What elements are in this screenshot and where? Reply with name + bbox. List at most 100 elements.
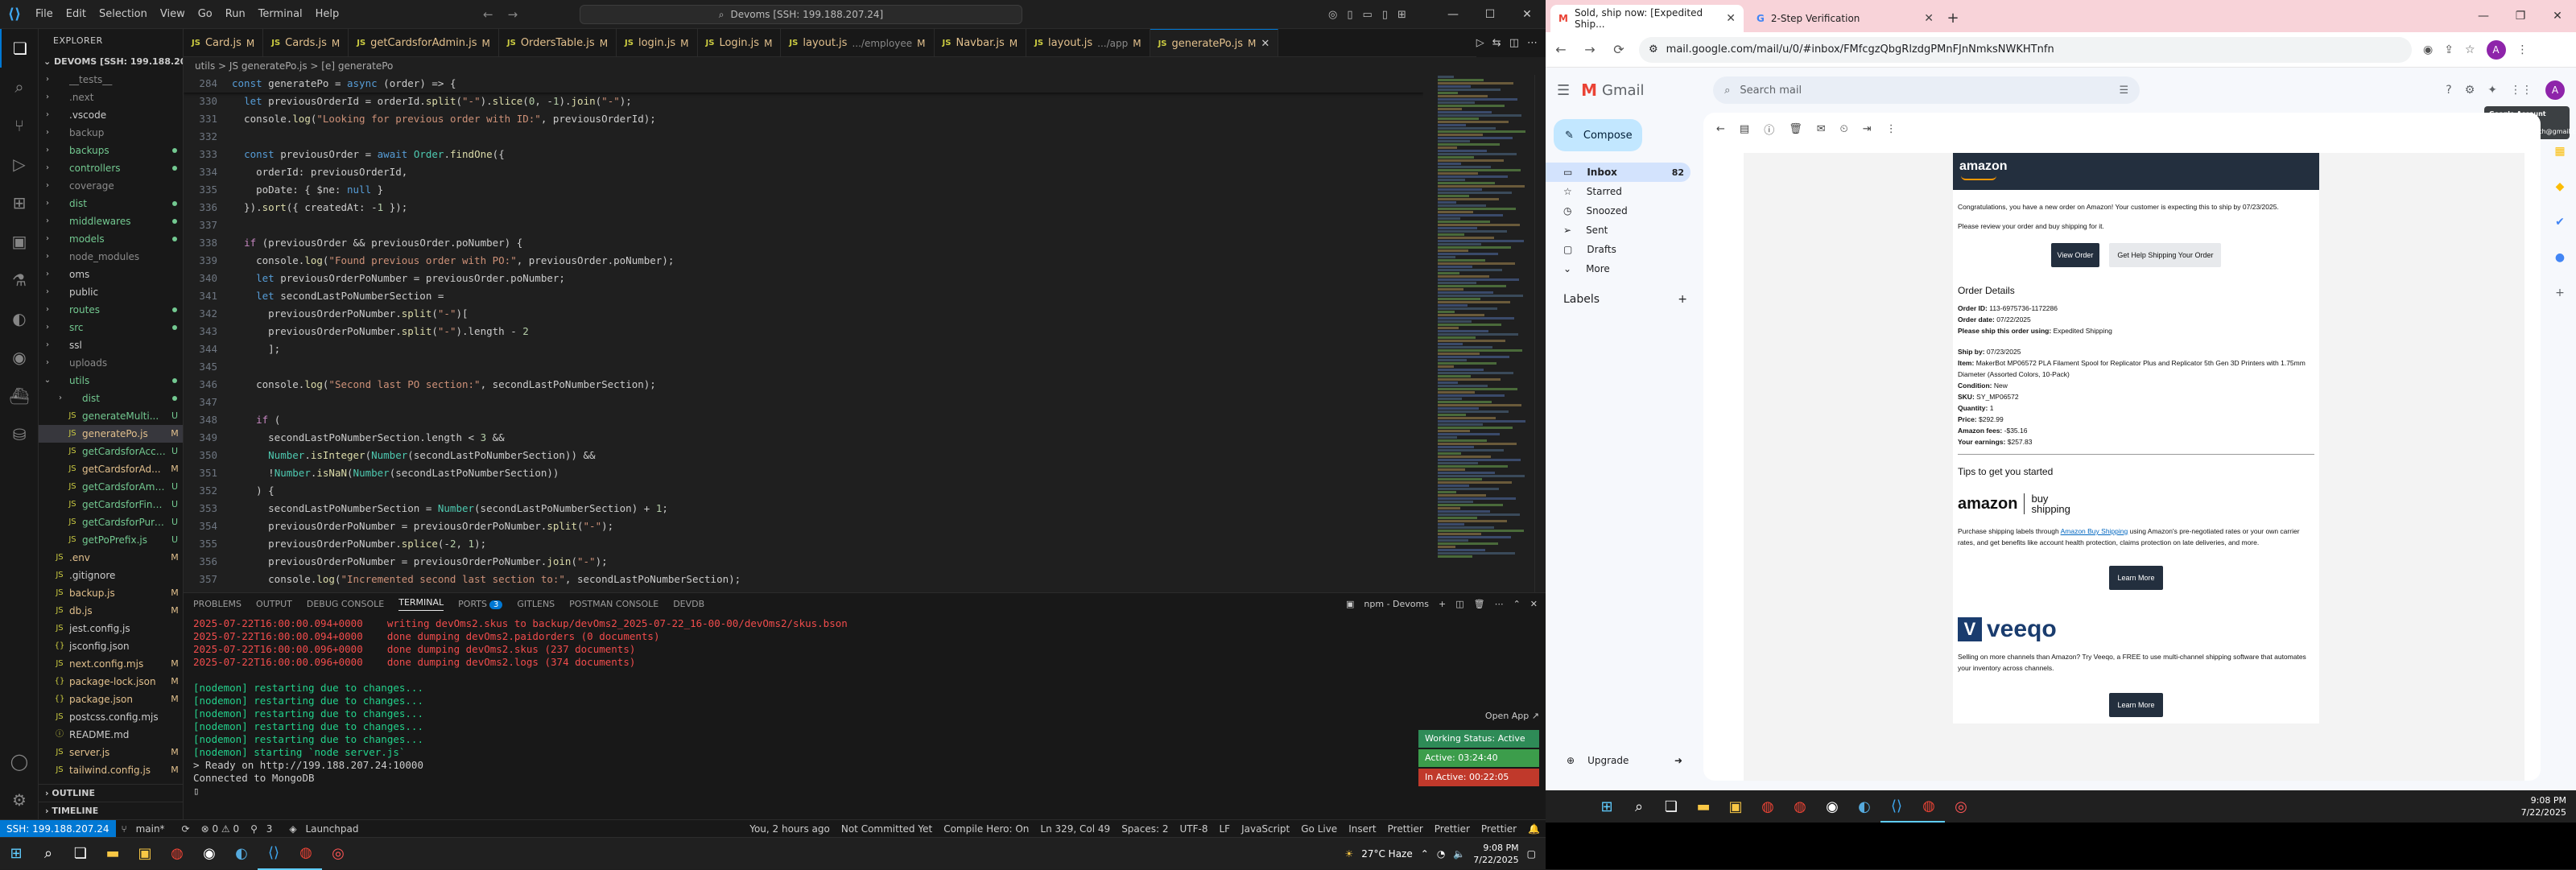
account-avatar[interactable]: A xyxy=(2545,80,2565,100)
close-panel-icon[interactable]: ✕ xyxy=(1530,599,1538,609)
tree-item[interactable]: JS getCardsforPurchasi... U xyxy=(39,513,183,531)
view-order-button[interactable]: View Order xyxy=(2050,243,2100,267)
language-mode[interactable]: JavaScript xyxy=(1236,823,1295,835)
workspace-root[interactable]: ⌄ DEVOMS [SSH: 199.188.207... xyxy=(39,53,183,71)
commit-status[interactable]: Not Committed Yet xyxy=(836,823,938,835)
code-line[interactable]: 343 previousOrderPoNumber.split("-").len… xyxy=(184,323,1423,340)
app-icon[interactable]: ◉ xyxy=(193,838,225,870)
devdb-icon[interactable]: ⛁ xyxy=(0,415,39,454)
run-debug-icon[interactable]: ▷ xyxy=(0,145,39,183)
app-icon-2[interactable]: ◐ xyxy=(1848,790,1880,823)
more-options-icon[interactable]: ⋮ xyxy=(1886,123,1897,135)
store-icon[interactable]: ▣ xyxy=(1719,790,1752,823)
tree-item[interactable]: › .vscode xyxy=(39,106,183,124)
toggle-sidebar-icon[interactable]: ▯ xyxy=(1347,9,1352,21)
tree-item[interactable]: › public xyxy=(39,283,183,301)
snooze-icon[interactable]: ⏲ xyxy=(1840,123,1848,135)
terminal-output[interactable]: 2025-07-22T16:00:00.094+0000 writing dev… xyxy=(193,617,1417,818)
tree-item[interactable]: › coverage xyxy=(39,177,183,195)
remote-indicator[interactable]: SSH: 199.188.207.24 xyxy=(0,819,116,838)
tree-item[interactable]: › backups xyxy=(39,142,183,159)
editor-scrollbar[interactable] xyxy=(1534,75,1546,592)
tree-item[interactable]: › node_modules xyxy=(39,248,183,266)
tree-item[interactable]: ⓘ README.md xyxy=(39,726,183,744)
code-line[interactable]: 341 let secondLastPoNumberSection = xyxy=(184,287,1423,305)
profile-avatar[interactable]: A xyxy=(2486,39,2506,60)
gitlens-icon[interactable]: ◐ xyxy=(0,299,39,338)
start-icon[interactable]: ⊞ xyxy=(0,838,32,870)
tree-item[interactable]: › uploads xyxy=(39,354,183,372)
move-to-icon[interactable]: ⇥ xyxy=(1863,123,1872,135)
settings-gear-icon[interactable]: ⚙ xyxy=(0,781,39,819)
code-editor[interactable]: 284 const generatePo = async (order) => {… xyxy=(184,75,1423,592)
tasks-icon[interactable]: ✔ xyxy=(2555,216,2565,229)
learn-more-button[interactable]: Learn More xyxy=(2109,566,2163,590)
testing-icon[interactable]: ⚗ xyxy=(0,261,39,299)
tree-item[interactable]: JS .env M xyxy=(39,549,183,567)
tree-item[interactable]: ⌄ utils xyxy=(39,372,183,390)
docker-icon[interactable]: ⛴ xyxy=(0,377,39,415)
tree-item[interactable]: JS next.config.mjs M xyxy=(39,655,183,673)
app-icon-3[interactable]: ◎ xyxy=(322,838,354,870)
editor-tab[interactable]: JS Navbar.js M xyxy=(935,29,1027,56)
compare-icon[interactable]: ⇆ xyxy=(1492,37,1501,49)
code-line[interactable]: 356 previousOrderPoNumber = previousOrde… xyxy=(184,553,1423,571)
code-line[interactable]: 342 previousOrderPoNumber.split("-")[ xyxy=(184,305,1423,323)
menu-run[interactable]: Run xyxy=(219,0,252,29)
encoding[interactable]: UTF-8 xyxy=(1174,823,1214,835)
cursor-position[interactable]: Ln 329, Col 49 xyxy=(1034,823,1116,835)
sticky-scroll-line[interactable]: 284 const generatePo = async (order) => { xyxy=(184,75,1423,93)
tree-item[interactable]: › ssl xyxy=(39,336,183,354)
code-line[interactable]: 351 !Number.isNaN(Number(secondLastPoNum… xyxy=(184,464,1423,482)
search-icon[interactable]: ⌕ xyxy=(0,68,39,106)
panel-tab[interactable]: TERMINAL xyxy=(398,597,444,611)
code-line[interactable]: 346 console.log("Second last PO section:… xyxy=(184,376,1423,394)
code-line[interactable]: 337 xyxy=(184,216,1423,234)
tree-item[interactable]: JS backup.js M xyxy=(39,584,183,602)
close-tab-icon[interactable]: ✕ xyxy=(1261,38,1269,50)
account-icon[interactable]: ◯ xyxy=(0,742,39,781)
archive-icon[interactable]: ▤ xyxy=(1740,123,1749,135)
editor-tab[interactable]: JS layout.js .../employee M xyxy=(781,29,935,56)
menu-go[interactable]: Go xyxy=(192,0,219,29)
calendar-icon[interactable]: ▦ xyxy=(2554,145,2565,158)
gemini-icon[interactable]: ✦ xyxy=(2487,84,2497,97)
tree-item[interactable]: JS getPoPrefix.js U xyxy=(39,531,183,549)
editor-tab[interactable]: JS generatePo.js M ✕ xyxy=(1150,29,1279,56)
tree-item[interactable]: JS jest.config.js xyxy=(39,620,183,637)
code-line[interactable]: 354 previousOrderPoNumber = previousOrde… xyxy=(184,517,1423,535)
more-actions-icon[interactable]: ⋯ xyxy=(1527,37,1538,49)
store-icon[interactable]: ▣ xyxy=(129,838,161,870)
share-icon[interactable]: ⇪ xyxy=(2444,43,2454,56)
editor-tab[interactable]: JS Cards.js M xyxy=(263,29,349,56)
tree-item[interactable]: JS .gitignore xyxy=(39,567,183,584)
menu-terminal[interactable]: Terminal xyxy=(252,0,309,29)
code-line[interactable]: 336 }).sort({ createdAt: -1 }); xyxy=(184,199,1423,216)
mark-unread-icon[interactable]: ✉ xyxy=(1817,123,1826,135)
chrome-menu-icon[interactable]: ⋮ xyxy=(2517,43,2529,56)
breadcrumb[interactable]: utils > JS generatePo.js > [e] generateP… xyxy=(184,57,1546,75)
bookmark-star-icon[interactable]: ☆ xyxy=(2465,43,2475,56)
more-icon[interactable]: ⋯ xyxy=(1495,599,1504,609)
tree-item[interactable]: {} package.json M xyxy=(39,691,183,708)
help-shipping-button[interactable]: Get Help Shipping Your Order xyxy=(2109,243,2222,267)
code-line[interactable]: 338 if (previousOrder && previousOrder.p… xyxy=(184,234,1423,252)
toggle-secondary-sidebar-icon[interactable]: ▯ xyxy=(1382,9,1388,21)
reload-icon[interactable]: ⟳ xyxy=(1610,42,1628,57)
code-line[interactable]: 333 const previousOrder = await Order.fi… xyxy=(184,146,1423,163)
mailbox-inbox[interactable]: ▭ Inbox 82 xyxy=(1546,163,1690,182)
file-explorer-icon[interactable]: ▬ xyxy=(1687,790,1719,823)
code-line[interactable]: 339 console.log("Found previous order wi… xyxy=(184,252,1423,270)
tree-item[interactable]: › dist xyxy=(39,195,183,212)
new-tab-button[interactable]: + xyxy=(1942,5,1964,32)
gmail-logo[interactable]: M Gmail xyxy=(1581,80,1702,100)
code-line[interactable]: 335 poDate: { $ne: null } xyxy=(184,181,1423,199)
command-center[interactable]: ⌕ Devoms [SSH: 199.188.207.24] xyxy=(580,5,1022,24)
branch-indicator[interactable]: ⑂ main* xyxy=(116,823,176,835)
close-tab-icon[interactable]: ✕ xyxy=(1924,12,1934,25)
sync-icon[interactable]: ⟳ xyxy=(176,823,196,835)
eye-icon[interactable]: ◉ xyxy=(2423,43,2433,56)
menu-help[interactable]: Help xyxy=(309,0,346,29)
compose-button[interactable]: ✎ Compose xyxy=(1554,119,1642,151)
extensions-icon[interactable]: ⊞ xyxy=(0,183,39,222)
